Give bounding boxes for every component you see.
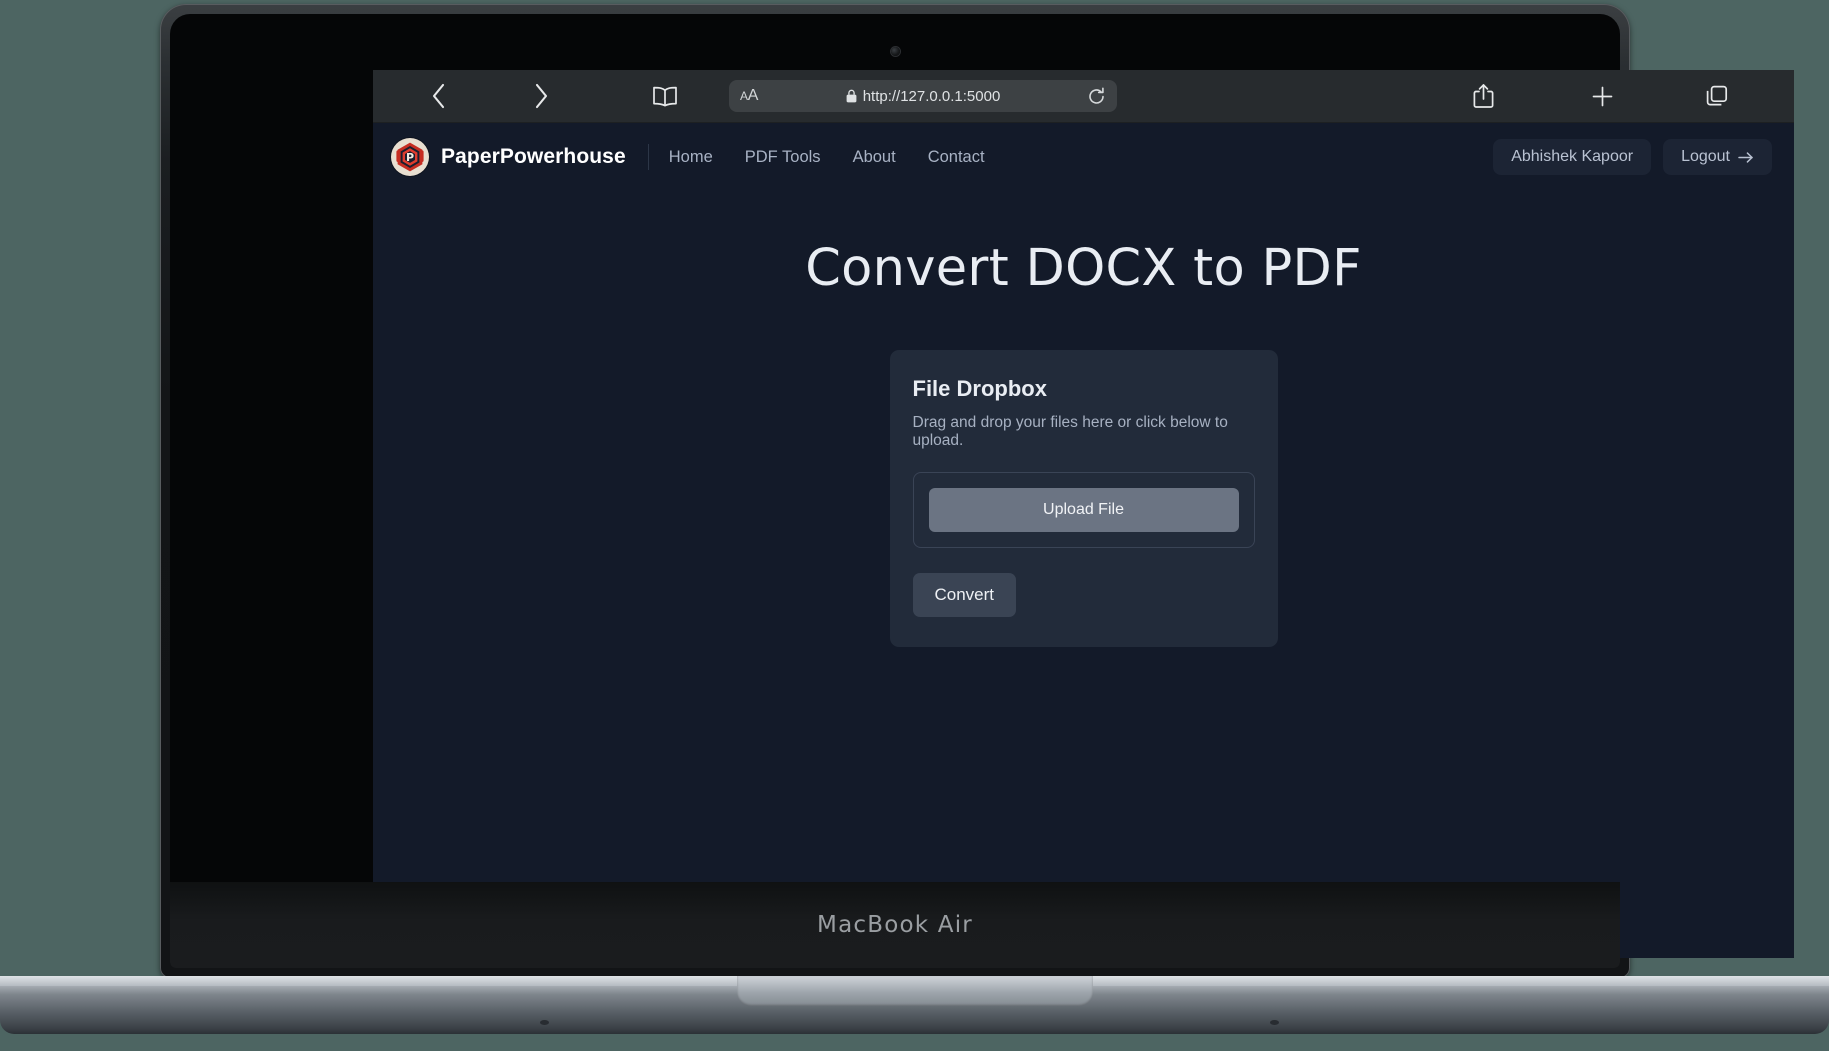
file-dropzone[interactable]: Upload File bbox=[913, 472, 1255, 548]
camera-dot-icon bbox=[891, 47, 900, 56]
text-size-large-a: A bbox=[748, 87, 758, 104]
new-tab-button[interactable] bbox=[1542, 85, 1662, 108]
nav-link-about[interactable]: About bbox=[853, 148, 896, 167]
toolbar-right-group bbox=[1424, 83, 1772, 109]
laptop-lid: AA http://127.0.0.1:5000 bbox=[160, 4, 1630, 978]
laptop-chin: MacBook Air bbox=[170, 882, 1620, 968]
logout-button[interactable]: Logout bbox=[1663, 139, 1772, 175]
laptop-base bbox=[0, 976, 1829, 1034]
url-text: http://127.0.0.1:5000 bbox=[863, 88, 1001, 105]
arrow-right-icon bbox=[1738, 151, 1754, 164]
bookmarks-button[interactable] bbox=[601, 86, 729, 107]
book-icon bbox=[652, 86, 678, 107]
nav-link-contact[interactable]: Contact bbox=[928, 148, 985, 167]
browser-toolbar: AA http://127.0.0.1:5000 bbox=[373, 70, 1794, 123]
navbar-divider bbox=[648, 144, 649, 170]
card-subtitle: Drag and drop your files here or click b… bbox=[913, 414, 1255, 450]
card-title: File Dropbox bbox=[913, 376, 1255, 402]
chevron-right-icon bbox=[533, 82, 550, 110]
base-foot-right bbox=[1270, 1020, 1279, 1025]
back-button[interactable] bbox=[395, 82, 481, 110]
brand-name: PaperPowerhouse bbox=[441, 145, 626, 169]
share-up-icon bbox=[1473, 83, 1494, 109]
chevron-left-icon bbox=[430, 82, 447, 110]
laptop-screen: AA http://127.0.0.1:5000 bbox=[373, 70, 1794, 958]
paperpowerhouse-hex-logo-icon: P bbox=[391, 138, 429, 176]
share-button[interactable] bbox=[1424, 83, 1542, 109]
url-display: http://127.0.0.1:5000 bbox=[729, 88, 1117, 105]
nav-link-pdf-tools[interactable]: PDF Tools bbox=[745, 148, 821, 167]
convert-button[interactable]: Convert bbox=[913, 573, 1017, 617]
nav-link-home[interactable]: Home bbox=[669, 148, 713, 167]
site-navbar: P PaperPowerhouse Home PDF Tools bbox=[373, 123, 1794, 191]
hex-logo-glyph: P bbox=[393, 140, 427, 174]
base-front-notch bbox=[737, 976, 1093, 1006]
reload-icon bbox=[1087, 87, 1106, 106]
navbar-user-group: Abhishek Kapoor Logout bbox=[1493, 139, 1772, 175]
text-size-small-a: A bbox=[740, 89, 748, 103]
lock-icon bbox=[846, 89, 857, 103]
screenshot-scene: AA http://127.0.0.1:5000 bbox=[0, 0, 1829, 1051]
forward-button[interactable] bbox=[481, 82, 601, 110]
base-foot-left bbox=[540, 1020, 549, 1025]
show-tabs-button[interactable] bbox=[1662, 84, 1772, 108]
file-dropbox-card: File Dropbox Drag and drop your files he… bbox=[890, 350, 1278, 647]
upload-file-button[interactable]: Upload File bbox=[929, 488, 1239, 532]
reload-button[interactable] bbox=[1087, 87, 1106, 106]
plus-icon bbox=[1591, 85, 1614, 108]
svg-text:P: P bbox=[406, 151, 414, 164]
logout-label: Logout bbox=[1681, 148, 1730, 166]
toolbar-left-group bbox=[395, 82, 729, 110]
device-model-label: MacBook Air bbox=[817, 912, 973, 938]
text-size-button[interactable]: AA bbox=[740, 88, 758, 104]
web-page: P PaperPowerhouse Home PDF Tools bbox=[373, 123, 1794, 958]
brand-logo-link[interactable]: P PaperPowerhouse bbox=[391, 138, 626, 176]
laptop-bezel: AA http://127.0.0.1:5000 bbox=[170, 14, 1620, 968]
user-name-button[interactable]: Abhishek Kapoor bbox=[1493, 139, 1651, 175]
copy-tabs-icon bbox=[1705, 84, 1729, 108]
address-bar[interactable]: AA http://127.0.0.1:5000 bbox=[729, 80, 1117, 112]
page-title: Convert DOCX to PDF bbox=[373, 239, 1794, 298]
navbar-links: Home PDF Tools About Contact bbox=[669, 148, 985, 167]
